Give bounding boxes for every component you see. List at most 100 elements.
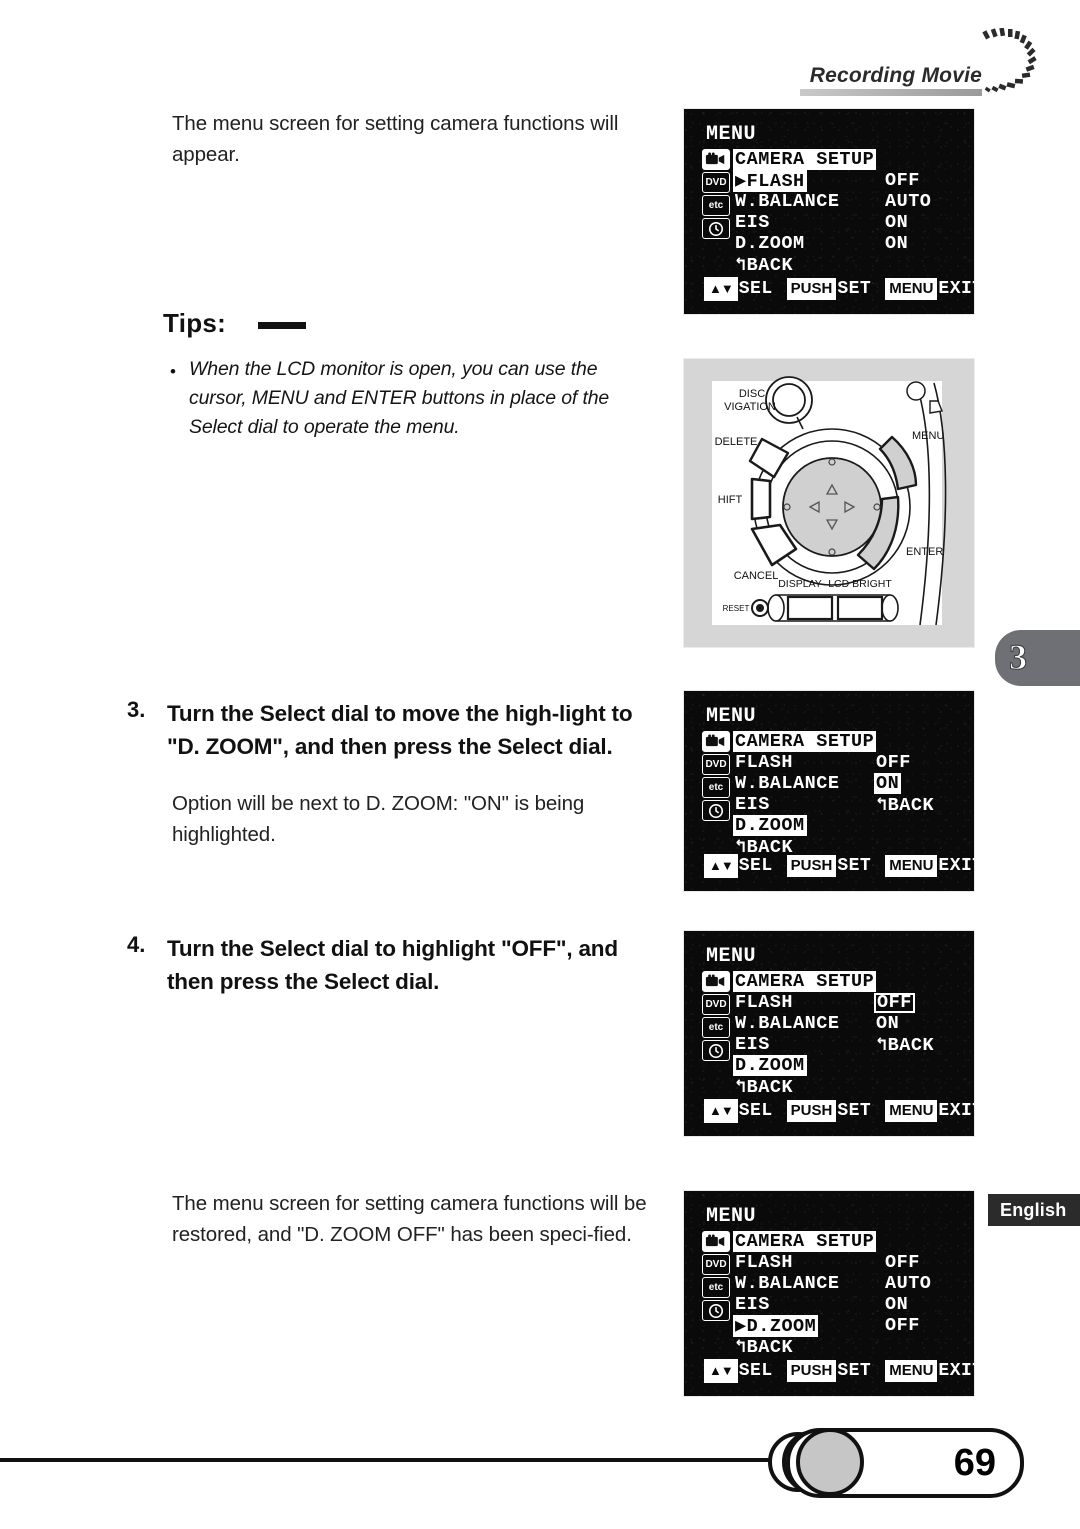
menu-value: ON (874, 773, 902, 794)
guide-set-label: SET (837, 856, 872, 876)
menu-row-label: CAMERA SETUP (733, 149, 877, 170)
dvd-icon[interactable]: DVD (702, 172, 730, 193)
dvd-icon[interactable]: DVD (702, 754, 730, 775)
page-header: Recording Movie (740, 28, 1040, 104)
menu-value-row[interactable]: ON (883, 233, 933, 254)
lcd-menu-rows: CAMERA SETUP FLASH W.BALANCE EIS D.ZOOM ↰BACK (733, 971, 877, 1098)
menu-row[interactable]: EIS (733, 1294, 876, 1315)
lcd-menu-rows: CAMERA SETUP FLASH W.BALANCE EIS D.ZOOM ↰BACK (733, 731, 877, 858)
menu-row[interactable]: ▶FLASH (733, 169, 876, 192)
camera-icon[interactable] (702, 1231, 730, 1252)
menu-row[interactable]: CAMERA SETUP (733, 1231, 877, 1252)
guide-exit-key[interactable]: MENU (885, 1100, 938, 1122)
menu-row[interactable]: ↰BACK (733, 1076, 876, 1098)
footer-circle-3 (796, 1428, 864, 1496)
menu-row[interactable]: D.ZOOM (733, 233, 876, 254)
menu-row[interactable]: D.ZOOM (733, 815, 876, 836)
lcd-menu-values: OFF ON ↰BACK (874, 731, 936, 857)
menu-row-label: D.ZOOM (735, 233, 805, 254)
guide-set-label: SET (837, 1361, 872, 1381)
final-paragraph: The menu screen for setting camera funct… (172, 1192, 647, 1246)
menu-row[interactable]: ▶D.ZOOM (733, 1314, 876, 1337)
menu-row[interactable]: CAMERA SETUP (733, 149, 877, 170)
guide-exit-label: EXIT (938, 856, 974, 876)
guide-sel-key[interactable]: ▲▼ (704, 1359, 738, 1383)
guide-set-key[interactable]: PUSH (786, 1100, 837, 1122)
menu-value-row[interactable]: OFF (883, 1315, 933, 1336)
dvd-icon[interactable]: DVD (702, 1254, 730, 1275)
menu-value-row[interactable] (874, 1076, 936, 1097)
menu-value-row[interactable]: ON (874, 773, 936, 794)
lcd-guide-bar: ▲▼SEL PUSHSET MENUEXIT (704, 854, 974, 878)
guide-sel-label: SEL (738, 856, 773, 876)
lcd-menu-values: OFF AUTO ON ON (883, 149, 933, 275)
guide-set-key[interactable]: PUSH (786, 855, 837, 877)
menu-value-row[interactable]: ON (883, 1294, 933, 1315)
menu-row-label: EIS (735, 1034, 770, 1055)
guide-set-key[interactable]: PUSH (786, 1360, 837, 1382)
lcd-menu-values: OFF ON ↰BACK (874, 971, 936, 1097)
menu-value-row[interactable]: ↰BACK (874, 794, 936, 816)
label-disc: DISC (739, 388, 765, 400)
menu-value-row[interactable]: OFF (883, 170, 933, 191)
menu-value-row[interactable]: AUTO (883, 1273, 933, 1294)
menu-row-label: CAMERA SETUP (733, 731, 877, 752)
menu-value-row[interactable] (883, 149, 933, 170)
menu-value-row[interactable] (874, 1055, 936, 1076)
guide-sel-key[interactable]: ▲▼ (704, 854, 738, 878)
menu-row[interactable]: FLASH (733, 752, 876, 773)
guide-exit-key[interactable]: MENU (885, 278, 938, 300)
guide-exit-key[interactable]: MENU (885, 1360, 938, 1382)
camera-icon[interactable] (702, 731, 730, 752)
guide-exit-key[interactable]: MENU (885, 855, 938, 877)
menu-value: ↰BACK (876, 794, 935, 816)
menu-value-row[interactable] (883, 1336, 933, 1357)
clock-icon[interactable] (702, 1040, 730, 1061)
menu-value-row[interactable]: ON (883, 212, 933, 233)
menu-value-row[interactable] (874, 971, 936, 992)
menu-value-row[interactable] (883, 254, 933, 275)
camera-icon[interactable] (702, 149, 730, 170)
menu-row[interactable]: FLASH (733, 992, 876, 1013)
guide-sel-key[interactable]: ▲▼ (704, 1099, 738, 1123)
menu-row[interactable]: D.ZOOM (733, 1055, 876, 1076)
menu-row[interactable]: W.BALANCE (733, 1013, 876, 1034)
guide-sel-key[interactable]: ▲▼ (704, 277, 738, 301)
menu-row[interactable]: FLASH (733, 1252, 876, 1273)
menu-row[interactable]: CAMERA SETUP (733, 731, 877, 752)
etc-icon[interactable]: etc (702, 195, 730, 216)
clock-icon[interactable] (702, 1300, 730, 1321)
etc-icon[interactable]: etc (702, 1277, 730, 1298)
menu-value-row[interactable]: ↰BACK (874, 1034, 936, 1056)
menu-row[interactable]: W.BALANCE (733, 1273, 876, 1294)
lcd-guide-bar: ▲▼SEL PUSHSET MENUEXIT (704, 277, 974, 301)
menu-row[interactable]: ↰BACK (733, 1336, 876, 1358)
step-3-text: Turn the Select dial to move the high-li… (167, 701, 633, 759)
label-display: DISPLAY (778, 578, 822, 590)
chapter-number: 3 (1009, 637, 1028, 678)
tips-heading: Tips: (163, 308, 227, 338)
menu-row[interactable]: EIS (733, 212, 876, 233)
menu-value-row[interactable]: OFF (874, 752, 936, 773)
menu-row[interactable]: CAMERA SETUP (733, 971, 877, 992)
menu-row[interactable]: ↰BACK (733, 254, 876, 276)
camera-icon[interactable] (702, 971, 730, 992)
menu-value-row[interactable]: AUTO (883, 191, 933, 212)
menu-value-row[interactable]: OFF (883, 1252, 933, 1273)
clock-icon[interactable] (702, 218, 730, 239)
menu-value-row[interactable] (874, 815, 936, 836)
clock-icon[interactable] (702, 800, 730, 821)
menu-value-row[interactable]: ON (874, 1013, 936, 1034)
menu-row[interactable]: EIS (733, 1034, 876, 1055)
etc-icon[interactable]: etc (702, 777, 730, 798)
guide-set-key[interactable]: PUSH (786, 278, 837, 300)
dvd-icon[interactable]: DVD (702, 994, 730, 1015)
menu-value-row[interactable] (883, 1231, 933, 1252)
menu-row[interactable]: EIS (733, 794, 876, 815)
menu-row[interactable]: W.BALANCE (733, 773, 876, 794)
screen-3-off-highlighted: MENU DVD etc CAMERA SETUP FLASH W.BALANCE EI… (683, 930, 975, 1137)
menu-value-row[interactable] (874, 731, 936, 752)
menu-value-row[interactable]: OFF (874, 992, 936, 1013)
menu-row[interactable]: W.BALANCE (733, 191, 876, 212)
etc-icon[interactable]: etc (702, 1017, 730, 1038)
